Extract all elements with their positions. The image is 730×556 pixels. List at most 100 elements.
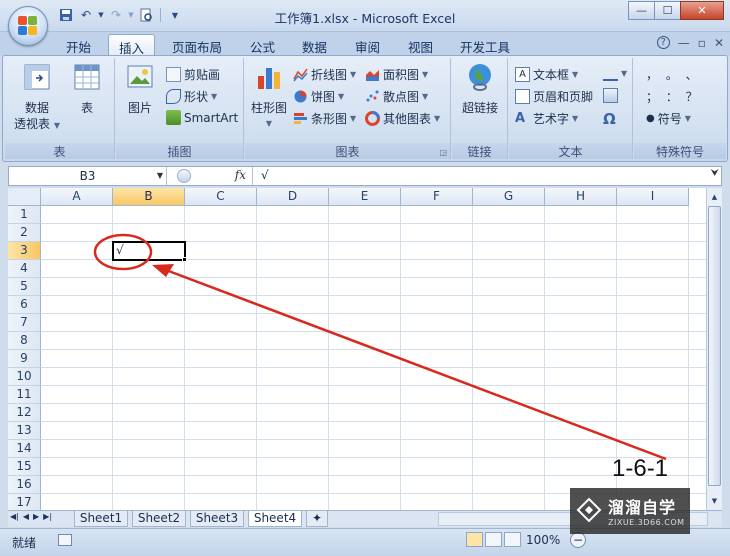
row-header[interactable]: 11 <box>8 386 41 404</box>
row-header[interactable]: 1 <box>8 206 41 224</box>
prev-sheet-icon[interactable]: ◀ <box>23 512 29 521</box>
wordart-button[interactable]: A 艺术字 ▼ <box>515 110 578 127</box>
first-sheet-icon[interactable]: ◀| <box>10 512 19 521</box>
tab-view[interactable]: 视图 <box>398 34 443 56</box>
row-header[interactable]: 10 <box>8 368 41 386</box>
column-header[interactable]: F <box>401 188 473 206</box>
row-header[interactable]: 2 <box>8 224 41 242</box>
column-header[interactable]: B <box>113 188 185 206</box>
symbol-button[interactable]: Ω <box>603 110 616 128</box>
other-charts-button[interactable]: 其他图表 ▼ <box>365 110 440 127</box>
column-header[interactable]: C <box>185 188 257 206</box>
help-icon[interactable]: ? <box>656 36 670 49</box>
zoom-level[interactable]: 100% <box>526 533 560 547</box>
chevron-down-icon[interactable]: ▼ <box>157 167 163 185</box>
name-box[interactable]: B3 ▼ <box>9 167 167 185</box>
sheet-tab-active[interactable]: Sheet4 <box>248 511 302 527</box>
scatter-chart-button[interactable]: 散点图 ▼ <box>365 88 428 105</box>
row-header[interactable]: 13 <box>8 422 41 440</box>
sheet-tab[interactable]: Sheet3 <box>190 511 244 527</box>
signature-line-button[interactable]: ▼ <box>603 66 627 81</box>
row-header[interactable]: 5 <box>8 278 41 296</box>
grid-column-line <box>256 206 257 510</box>
column-header[interactable]: H <box>545 188 617 206</box>
picture-button[interactable]: 图片 <box>120 62 160 116</box>
row-header[interactable]: 16 <box>8 476 41 494</box>
tab-page-layout[interactable]: 页面布局 <box>162 34 232 56</box>
hyperlink-button[interactable]: 超链接 <box>456 62 504 116</box>
sheet-tab[interactable]: Sheet1 <box>74 511 128 527</box>
tab-formulas[interactable]: 公式 <box>240 34 285 56</box>
maximize-button[interactable]: ☐ <box>654 1 681 20</box>
last-sheet-icon[interactable]: ▶| <box>43 512 52 521</box>
table-button[interactable]: 表 <box>67 62 107 116</box>
shapes-button[interactable]: 形状 ▼ <box>166 88 217 105</box>
select-all-button[interactable] <box>8 188 41 206</box>
tab-data[interactable]: 数据 <box>292 34 337 56</box>
page-layout-view-button[interactable] <box>485 532 502 547</box>
charts-dialog-launcher-icon[interactable]: ◲ <box>439 148 447 157</box>
macro-record-icon[interactable] <box>58 534 72 546</box>
close-button[interactable]: ✕ <box>680 1 724 20</box>
row-header[interactable]: 15 <box>8 458 41 476</box>
tab-insert[interactable]: 插入 <box>108 34 156 56</box>
fill-handle[interactable] <box>182 257 187 262</box>
watermark-logo-icon <box>576 497 602 523</box>
row-header[interactable]: 3 <box>8 242 41 260</box>
smartart-button[interactable]: SmartArt <box>166 110 238 125</box>
workbook-close-button[interactable]: ✕ <box>714 36 724 50</box>
column-header[interactable]: G <box>473 188 545 206</box>
sheet-tab[interactable]: Sheet2 <box>132 511 186 527</box>
active-cell[interactable] <box>112 241 186 261</box>
page-break-view-button[interactable] <box>504 532 521 547</box>
row-header[interactable]: 17 <box>8 494 41 510</box>
line-chart-button[interactable]: 折线图 ▼ <box>293 66 356 83</box>
row-header[interactable]: 14 <box>8 440 41 458</box>
vertical-scrollbar[interactable]: ▲ ▼ <box>706 188 722 510</box>
column-header[interactable]: I <box>617 188 689 206</box>
next-sheet-icon[interactable]: ▶ <box>33 512 39 521</box>
clipart-button[interactable]: 剪贴画 <box>166 66 220 83</box>
column-chart-button[interactable]: 柱形图 ▼ <box>248 62 290 132</box>
normal-view-button[interactable] <box>466 532 483 547</box>
column-header[interactable]: D <box>257 188 329 206</box>
insert-function-button[interactable]: fx <box>235 168 246 182</box>
insert-sheet-icon[interactable]: ✦ <box>306 511 328 527</box>
row-header[interactable]: 9 <box>8 350 41 368</box>
zoom-out-button[interactable]: − <box>570 532 586 548</box>
scroll-up-icon[interactable]: ▲ <box>708 190 721 204</box>
expand-formula-icon[interactable]: ⮟ <box>711 168 720 179</box>
row-header[interactable]: 12 <box>8 404 41 422</box>
smartart-icon <box>166 110 181 125</box>
symbol-row-1[interactable]: ， 。 、 <box>646 66 700 83</box>
watermark-title: 溜溜自学 <box>608 498 677 517</box>
office-button[interactable] <box>8 6 48 46</box>
workbook-minimize-button[interactable]: — <box>678 36 690 50</box>
object-button[interactable] <box>603 88 618 103</box>
vertical-scroll-thumb[interactable] <box>708 206 721 486</box>
bar-chart-button[interactable]: 条形图 ▼ <box>293 110 356 127</box>
row-header[interactable]: 6 <box>8 296 41 314</box>
formula-input[interactable]: √ <box>261 168 269 182</box>
pivot-table-button[interactable]: 数据 透视表 ▼ <box>11 62 63 134</box>
wordart-icon: A <box>515 111 526 126</box>
header-footer-button[interactable]: 页眉和页脚 <box>515 88 593 105</box>
column-header[interactable]: A <box>41 188 113 206</box>
special-symbol-button[interactable]: ● 符号 ▼ <box>646 110 691 127</box>
column-header[interactable]: E <box>329 188 401 206</box>
workbook-restore-button[interactable]: ▫ <box>698 36 706 50</box>
row-header[interactable]: 8 <box>8 332 41 350</box>
scroll-down-icon[interactable]: ▼ <box>708 494 721 508</box>
textbox-button[interactable]: A 文本框 ▼ <box>515 66 578 83</box>
tab-review[interactable]: 审阅 <box>345 34 390 56</box>
tab-developer[interactable]: 开发工具 <box>450 34 520 56</box>
row-header[interactable]: 7 <box>8 314 41 332</box>
status-ready: 就绪 <box>12 536 37 550</box>
minimize-button[interactable]: — <box>628 1 655 20</box>
row-header[interactable]: 4 <box>8 260 41 278</box>
grid-column-line <box>544 206 545 510</box>
symbol-row-2[interactable]: ； ： ？ <box>646 88 700 105</box>
area-chart-button[interactable]: 面积图 ▼ <box>365 66 428 83</box>
tab-home[interactable]: 开始 <box>56 34 101 56</box>
pie-chart-button[interactable]: 饼图 ▼ <box>293 88 344 105</box>
